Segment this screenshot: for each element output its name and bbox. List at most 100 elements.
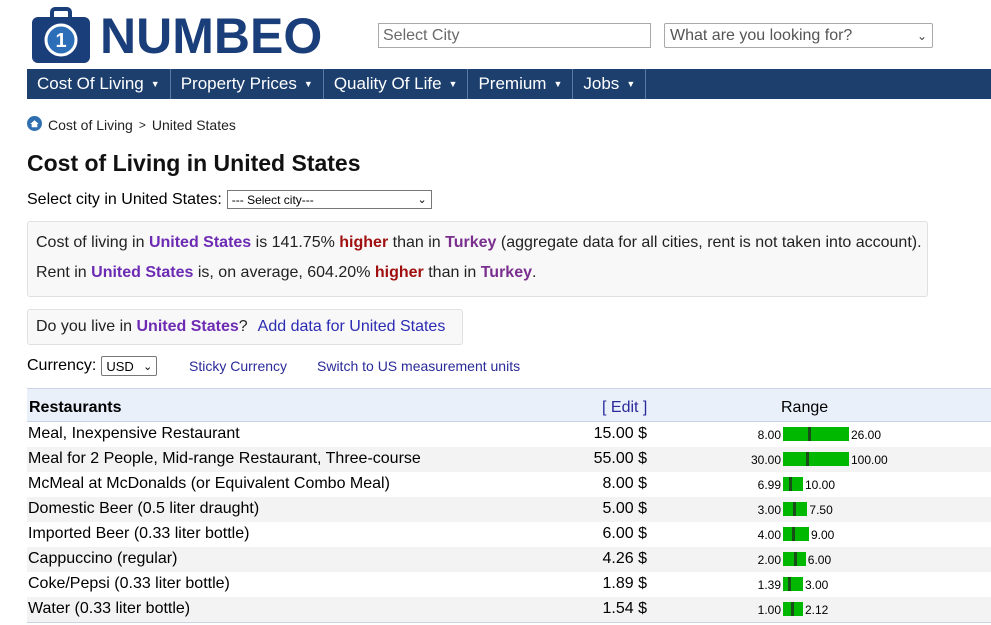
item-price: 6.00 $ — [602, 525, 647, 542]
range-marker — [791, 602, 794, 616]
nav-item-cost-of-living[interactable]: Cost Of Living ▼ — [27, 69, 171, 99]
item-price: 8.00 $ — [602, 475, 647, 492]
currency-label: Currency: — [27, 357, 97, 374]
table-row: Imported Beer (0.33 liter bottle) 6.00 $ 4… — [27, 522, 991, 547]
summary-text: is 141.75% — [255, 234, 335, 251]
nav-label: Jobs — [583, 74, 620, 93]
svg-text:1: 1 — [55, 30, 66, 52]
chevron-down-icon: ⌄ — [143, 360, 153, 373]
nav-label: Property Prices — [180, 74, 297, 93]
nav-label: Cost Of Living — [37, 74, 144, 93]
live-in-box: Do you live in United States? Add data f… — [27, 309, 463, 345]
currency-select[interactable]: USD ⌄ — [101, 356, 158, 376]
range-bar — [783, 577, 803, 591]
nav-item-premium[interactable]: Premium ▼ — [468, 69, 574, 99]
range-header: Range — [781, 399, 829, 416]
summary-text: than in — [392, 234, 441, 251]
caret-down-icon: ▼ — [553, 79, 563, 89]
range-marker — [792, 527, 795, 541]
table-bottom-border — [27, 622, 991, 623]
price-table: Restaurants [ Edit ] Range Meal, Inexpen… — [27, 388, 991, 622]
add-data-link[interactable]: Add data for United States — [258, 318, 446, 336]
compare-country-link[interactable]: Turkey — [445, 234, 496, 251]
item-name: Meal for 2 People, Mid-range Restaurant,… — [28, 450, 421, 467]
nav-item-property-prices[interactable]: Property Prices ▼ — [171, 69, 324, 99]
edit-link[interactable]: [ Edit ] — [602, 399, 647, 417]
currency-value: USD — [106, 358, 134, 374]
compare-country-link[interactable]: Turkey — [481, 264, 532, 281]
breadcrumb-separator: > — [138, 118, 146, 132]
range-bar — [783, 477, 803, 491]
caret-down-icon: ▼ — [303, 79, 313, 89]
range-max: 2.12 — [805, 603, 829, 617]
item-name: Imported Beer (0.33 liter bottle) — [28, 525, 250, 542]
rent-summary: Rent in United States is, on average, 60… — [36, 264, 536, 282]
range-marker — [808, 427, 811, 441]
range-max: 3.00 — [805, 578, 829, 592]
range-min: 1.39 — [757, 578, 781, 592]
table-row: Cappuccino (regular) 4.26 $ 2.00 6.00 — [27, 547, 991, 572]
switch-units-link[interactable]: Switch to US measurement units — [317, 358, 520, 374]
summary-text: Rent in — [36, 264, 87, 281]
currency-row: Currency: USD ⌄ — [27, 356, 158, 376]
range-bar — [783, 427, 849, 441]
higher-label: higher — [374, 264, 424, 281]
range-min: 6.99 — [757, 478, 781, 492]
city-search-input[interactable] — [378, 23, 651, 48]
range-min: 2.00 — [757, 553, 781, 567]
summary-box: Cost of living in United States is 141.7… — [27, 221, 928, 297]
item-name: Water (0.33 liter bottle) — [28, 600, 191, 617]
range-min: 1.00 — [757, 603, 781, 617]
item-name: Coke/Pepsi (0.33 liter bottle) — [28, 575, 230, 592]
live-text: Do you live in — [36, 318, 133, 335]
breadcrumb: Cost of Living > United States — [27, 116, 236, 134]
range-min: 3.00 — [757, 503, 781, 517]
summary-text: . — [532, 264, 537, 281]
live-text: ? — [238, 318, 248, 335]
higher-label: higher — [339, 234, 389, 251]
range-max: 7.50 — [809, 503, 833, 517]
item-name: McMeal at McDonalds (or Equivalent Combo… — [28, 475, 390, 492]
item-name: Domestic Beer (0.5 liter draught) — [28, 500, 260, 517]
range-marker — [788, 577, 791, 591]
range-max: 6.00 — [807, 553, 832, 567]
item-price: 5.00 $ — [602, 500, 647, 517]
suitcase-globe-icon: 1 — [30, 7, 94, 65]
item-price: 1.89 $ — [602, 575, 647, 592]
cost-of-living-summary: Cost of living in United States is 141.7… — [36, 234, 922, 252]
nav-label: Quality Of Life — [333, 74, 442, 93]
range-marker — [789, 477, 792, 491]
country-link[interactable]: United States — [137, 318, 239, 336]
table-row: Meal for 2 People, Mid-range Restaurant,… — [27, 447, 991, 472]
city-select[interactable]: --- Select city--- ⌄ — [226, 190, 432, 209]
range-min: 8.00 — [757, 428, 781, 442]
numbeo-logo[interactable]: 1 NUMBEO — [30, 6, 322, 66]
item-price: 15.00 $ — [593, 425, 647, 442]
nav-item-quality-of-life[interactable]: Quality Of Life ▼ — [324, 69, 469, 99]
range-marker — [794, 552, 797, 566]
table-row: Water (0.33 liter bottle) 1.54 $ 1.00 2.12 — [27, 597, 991, 622]
table-row: McMeal at McDonalds (or Equivalent Combo… — [27, 472, 991, 497]
caret-down-icon: ▼ — [626, 79, 636, 89]
range-max: 9.00 — [811, 528, 835, 542]
looking-for-select[interactable]: What are you looking for? ⌄ — [664, 23, 933, 48]
home-icon[interactable] — [27, 116, 42, 134]
table-row: Coke/Pepsi (0.33 liter bottle) 1.89 $ 1.39… — [27, 572, 991, 597]
caret-down-icon: ▼ — [448, 79, 458, 89]
table-header: Restaurants [ Edit ] Range — [27, 388, 991, 422]
item-name: Cappuccino (regular) — [28, 550, 178, 567]
country-link[interactable]: United States — [149, 234, 251, 251]
breadcrumb-home[interactable]: Cost of Living — [48, 117, 133, 133]
table-row: Meal, Inexpensive Restaurant 15.00 $ 8.00 2… — [27, 422, 991, 447]
range-bar — [783, 452, 849, 466]
table-row: Domestic Beer (0.5 liter draught) 5.00 $ 3… — [27, 497, 991, 522]
nav-item-jobs[interactable]: Jobs ▼ — [573, 69, 647, 99]
item-price: 1.54 $ — [602, 600, 647, 617]
summary-text: Cost of living in — [36, 234, 145, 251]
chevron-down-icon: ⌄ — [417, 194, 427, 206]
range-max: 10.00 — [805, 478, 836, 492]
breadcrumb-current[interactable]: United States — [152, 117, 236, 133]
sticky-currency-link[interactable]: Sticky Currency — [189, 358, 287, 374]
looking-for-value: What are you looking for? — [670, 26, 853, 44]
country-link[interactable]: United States — [91, 264, 193, 281]
